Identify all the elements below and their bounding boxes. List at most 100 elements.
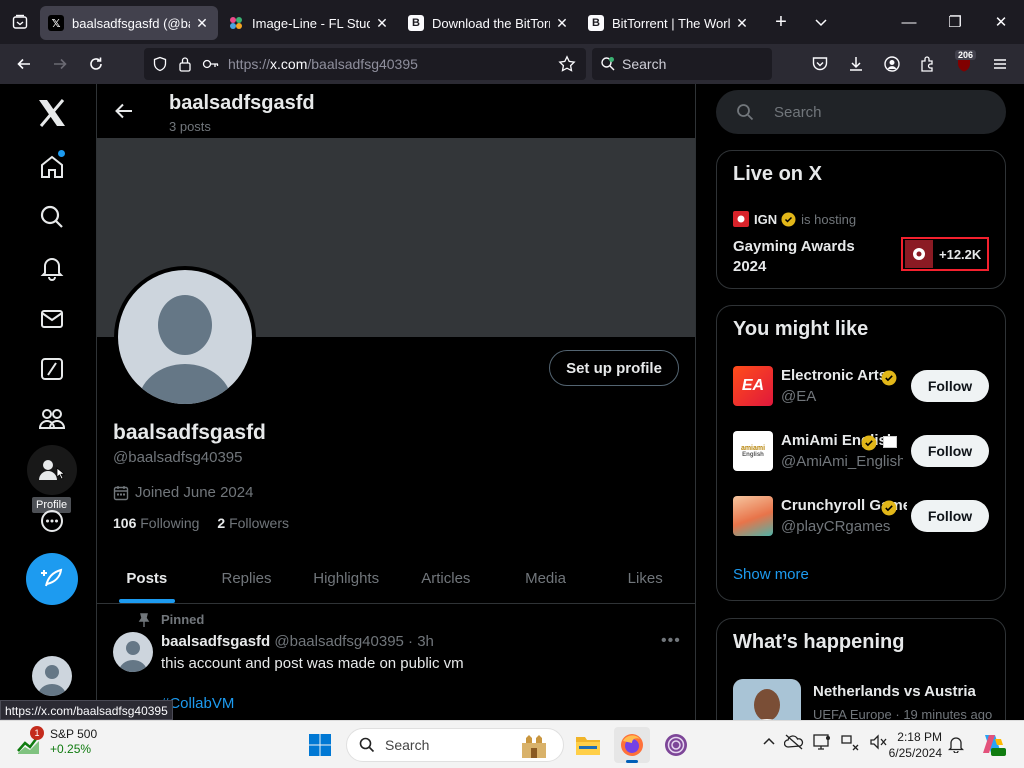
compose-post-button[interactable] bbox=[26, 553, 78, 605]
live-listener-count[interactable]: +12.2K bbox=[901, 237, 989, 271]
back-button[interactable] bbox=[6, 48, 42, 80]
nav-explore[interactable] bbox=[27, 192, 77, 242]
minimize-button[interactable]: — bbox=[886, 0, 932, 44]
window-controls: — ❐ ✕ bbox=[886, 0, 1024, 44]
search-highlight-icon bbox=[519, 733, 549, 762]
trend-thumbnail[interactable] bbox=[733, 679, 801, 720]
downloads-icon[interactable] bbox=[838, 48, 874, 80]
lock-icon[interactable] bbox=[178, 56, 192, 72]
taskbar-firefox[interactable] bbox=[614, 727, 650, 763]
search-icon bbox=[600, 56, 616, 72]
onedrive-offline-icon[interactable] bbox=[783, 733, 804, 756]
close-tab-icon[interactable]: ✕ bbox=[194, 15, 210, 32]
widget-badge: 1 bbox=[30, 726, 44, 740]
header-name: baalsadfsgasfd bbox=[169, 92, 315, 114]
close-window-button[interactable]: ✕ bbox=[978, 0, 1024, 44]
tab-bittorrent-home[interactable]: B BitTorrent | The World's ✕ bbox=[580, 6, 758, 40]
notification-dot bbox=[58, 150, 65, 157]
nav-grok[interactable] bbox=[27, 344, 77, 394]
tab-bittorrent-download[interactable]: B Download the BitTorrent ✕ bbox=[400, 6, 578, 40]
trend-title[interactable]: Netherlands vs Austria bbox=[813, 683, 976, 700]
tab-likes[interactable]: Likes bbox=[595, 554, 695, 603]
nav-messages[interactable] bbox=[27, 294, 77, 344]
more-circle-icon bbox=[41, 510, 63, 532]
shield-icon[interactable] bbox=[152, 56, 168, 72]
tab-x-profile[interactable]: 𝕏 baalsadfsgasfd (@baalsa ✕ bbox=[40, 6, 218, 40]
profile-avatar[interactable] bbox=[114, 266, 256, 408]
host-name: IGN bbox=[754, 211, 778, 227]
copilot-pre-icon[interactable] bbox=[980, 731, 1006, 762]
post-more-icon[interactable]: ••• bbox=[661, 632, 681, 650]
taskbar-search-placeholder: Search bbox=[385, 737, 430, 753]
tab-highlights[interactable]: Highlights bbox=[296, 554, 396, 603]
close-tab-icon[interactable]: ✕ bbox=[734, 15, 750, 32]
tab-list-icon[interactable] bbox=[0, 0, 40, 44]
follow-button[interactable]: Follow bbox=[911, 370, 989, 402]
back-arrow-icon[interactable] bbox=[113, 100, 135, 127]
account-icon[interactable] bbox=[874, 48, 910, 80]
taskbar-tor-browser[interactable] bbox=[658, 727, 694, 763]
folder-icon bbox=[576, 737, 600, 755]
set-up-profile-button[interactable]: Set up profile bbox=[549, 350, 679, 386]
key-icon[interactable] bbox=[202, 57, 220, 71]
followers-link[interactable]: 2 Followers bbox=[217, 515, 289, 531]
tab-fl-studio[interactable]: Image-Line - FL Studio ✕ bbox=[220, 6, 398, 40]
stock-widget[interactable]: 1 S&P 500 +0.25% bbox=[16, 726, 97, 757]
followers-count: 2 bbox=[217, 515, 226, 531]
forward-button[interactable] bbox=[42, 48, 78, 80]
bookmark-star-icon[interactable] bbox=[558, 55, 576, 76]
display-icon[interactable] bbox=[812, 733, 832, 756]
search-icon bbox=[737, 104, 754, 121]
pin-icon bbox=[138, 612, 150, 627]
list-all-tabs-button[interactable] bbox=[804, 15, 838, 29]
tab-replies[interactable]: Replies bbox=[197, 554, 297, 603]
tab-articles[interactable]: Articles bbox=[396, 554, 496, 603]
close-tab-icon[interactable]: ✕ bbox=[374, 15, 390, 32]
verified-badge-icon bbox=[781, 212, 796, 227]
x-search-input[interactable]: Search bbox=[716, 90, 1006, 134]
network-icon[interactable] bbox=[840, 733, 860, 756]
new-tab-button[interactable]: + bbox=[764, 5, 798, 39]
suggestion-row[interactable]: Crunchyroll Games @playCRgames Follow bbox=[733, 496, 991, 536]
follow-button[interactable]: Follow bbox=[911, 500, 989, 532]
reload-button[interactable] bbox=[78, 48, 114, 80]
nav-more[interactable] bbox=[27, 496, 77, 546]
suggestion-row[interactable]: amiami English AmiAmi English @AmiAmi_Eng… bbox=[733, 431, 991, 471]
following-link[interactable]: 106 Following bbox=[113, 515, 199, 531]
profile-column: baalsadfsgasfd 3 posts Set up profile ba… bbox=[96, 84, 696, 720]
you-might-like-card: You might like EA Electronic Arts @EA Fo… bbox=[716, 305, 1006, 601]
post-author-name[interactable]: baalsadfsgasfd bbox=[161, 633, 270, 650]
post-header: baalsadfsgasfd @baalsadfsg40395 · 3h bbox=[161, 633, 434, 650]
extensions-icon[interactable] bbox=[910, 48, 946, 80]
post-author-avatar[interactable] bbox=[113, 632, 153, 672]
follow-button[interactable]: Follow bbox=[911, 435, 989, 467]
chevron-up-icon[interactable] bbox=[762, 735, 776, 754]
suggestion-row[interactable]: EA Electronic Arts @EA Follow bbox=[733, 366, 991, 406]
show-more-link[interactable]: Show more bbox=[733, 566, 809, 583]
tab-posts[interactable]: Posts bbox=[97, 554, 197, 603]
nav-notifications[interactable] bbox=[27, 243, 77, 293]
taskbar-clock[interactable]: 2:18 PM 6/25/2024 bbox=[880, 729, 942, 761]
nav-communities[interactable] bbox=[27, 394, 77, 444]
account-avatar[interactable] bbox=[32, 656, 72, 696]
url-bar[interactable]: https://x.com/baalsadfsg40395 bbox=[144, 48, 586, 80]
pocket-icon[interactable] bbox=[802, 48, 838, 80]
nav-home[interactable] bbox=[27, 142, 77, 192]
tab-media[interactable]: Media bbox=[496, 554, 596, 603]
whats-happening-title: What’s happening bbox=[733, 631, 905, 653]
followers-label: Followers bbox=[229, 515, 289, 531]
nav-profile[interactable] bbox=[27, 445, 77, 495]
notification-bell-icon[interactable] bbox=[947, 735, 965, 758]
menu-icon[interactable] bbox=[982, 48, 1018, 80]
tab-title: BitTorrent | The World's bbox=[612, 15, 730, 31]
taskbar-file-explorer[interactable] bbox=[570, 727, 606, 763]
close-tab-icon[interactable]: ✕ bbox=[554, 15, 570, 32]
browser-search-bar[interactable]: Search bbox=[592, 48, 772, 80]
live-host[interactable]: IGN is hosting bbox=[733, 211, 856, 227]
taskbar-search[interactable]: Search bbox=[346, 728, 564, 762]
live-event-title[interactable]: Gayming Awards 2024 bbox=[733, 237, 883, 277]
windows-start-button[interactable] bbox=[308, 733, 332, 762]
communities-icon bbox=[38, 409, 66, 429]
maximize-button[interactable]: ❐ bbox=[932, 0, 978, 44]
x-home-logo[interactable] bbox=[27, 88, 77, 138]
